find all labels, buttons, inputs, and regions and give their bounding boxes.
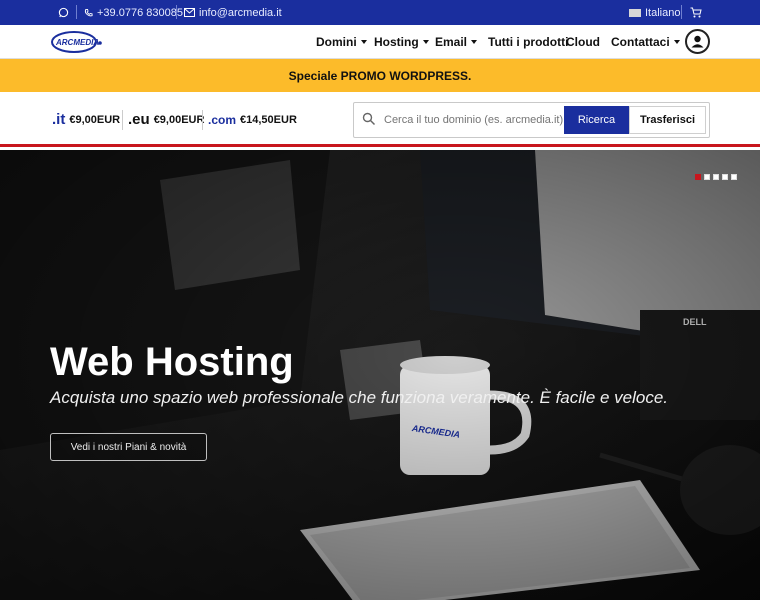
nav-cloud-label: Cloud <box>566 35 600 49</box>
slider-indicators <box>695 174 737 180</box>
user-icon <box>691 35 704 48</box>
caret-down-icon <box>360 40 367 44</box>
tld-eu-price: €9,00EUR <box>153 113 205 126</box>
tld-it-price: €9,00EUR <box>69 113 121 126</box>
tld-com-price: €14,50EUR <box>240 113 297 126</box>
hero-slider: DELL ARCMEDIA Web Hosting Acquista uno s… <box>0 150 760 600</box>
whatsapp-link[interactable] <box>58 0 69 25</box>
domain-bar: .it €9,00EUR .eu €9,00EUR .com €14,50EUR… <box>0 92 760 147</box>
hero-title: Web Hosting <box>50 340 294 384</box>
promo-text: Speciale PROMO WORDPRESS. <box>288 68 472 83</box>
nav-tutti-prodotti[interactable]: Tutti i prodotti <box>488 25 568 59</box>
promo-banner[interactable]: Speciale PROMO WORDPRESS. <box>0 59 760 92</box>
phone-icon <box>84 8 93 16</box>
nav-cloud[interactable]: Cloud <box>566 25 600 59</box>
slide-dot[interactable] <box>704 174 710 180</box>
slide-dot[interactable] <box>713 174 719 180</box>
nav-email[interactable]: Email <box>435 25 478 59</box>
flag-icon <box>629 8 641 17</box>
language-label: Italiano <box>645 6 681 19</box>
tld-divider <box>202 109 203 130</box>
domain-search-input[interactable] <box>384 109 564 131</box>
transfer-button[interactable]: Trasferisci <box>629 106 706 134</box>
mail-icon <box>184 8 195 17</box>
cart-icon <box>690 7 702 18</box>
slide-dot[interactable] <box>722 174 728 180</box>
tld-eu: .eu €9,00EUR <box>128 92 204 147</box>
slide-dot[interactable] <box>731 174 737 180</box>
phone-number: +39.0776 830085 <box>97 6 183 19</box>
tld-com-mark: .com <box>208 112 237 127</box>
nav-hosting[interactable]: Hosting <box>374 25 429 59</box>
tld-it: .it €9,00EUR <box>52 92 120 147</box>
email-address: info@arcmedia.it <box>199 6 282 19</box>
tld-com: .com €14,50EUR <box>208 92 297 147</box>
hero-cta-button[interactable]: Vedi i nostri Piani & novità <box>50 433 207 461</box>
caret-down-icon <box>673 40 680 44</box>
nav-domini[interactable]: Domini <box>316 25 367 59</box>
tld-eu-mark: .eu <box>128 111 150 128</box>
cart-link[interactable] <box>690 0 702 25</box>
language-selector[interactable]: Italiano <box>629 0 680 25</box>
search-button[interactable]: Ricerca <box>564 106 629 134</box>
account-button[interactable] <box>685 29 710 54</box>
arcmedia-logo[interactable]: ARCMEDIA <box>50 29 104 55</box>
nav-domini-label: Domini <box>316 35 357 49</box>
phone-link[interactable]: +39.0776 830085 <box>84 0 183 25</box>
caret-down-icon <box>422 40 429 44</box>
caret-down-icon <box>471 40 478 44</box>
nav-tutti-label: Tutti i prodotti <box>488 35 569 49</box>
search-icon <box>362 112 376 126</box>
hero-subtitle: Acquista uno spazio web professionale ch… <box>50 388 669 407</box>
domain-search-box: Ricerca Trasferisci <box>353 102 710 138</box>
nav-hosting-label: Hosting <box>374 35 419 49</box>
svg-text:ARCMEDIA: ARCMEDIA <box>55 38 99 47</box>
tld-divider <box>122 109 123 130</box>
tld-it-mark: .it <box>52 111 66 128</box>
email-link[interactable]: info@arcmedia.it <box>184 0 282 25</box>
slide-dot[interactable] <box>695 174 701 180</box>
nav-email-label: Email <box>435 35 468 49</box>
nav-contattaci-label: Contattaci <box>611 35 670 49</box>
main-nav: ARCMEDIA Domini Hosting Email Tutti i pr… <box>0 25 760 59</box>
top-bar: +39.0776 830085 info@arcmedia.it Italian… <box>0 0 760 25</box>
nav-contattaci[interactable]: Contattaci <box>611 25 680 59</box>
whatsapp-icon <box>58 7 69 18</box>
